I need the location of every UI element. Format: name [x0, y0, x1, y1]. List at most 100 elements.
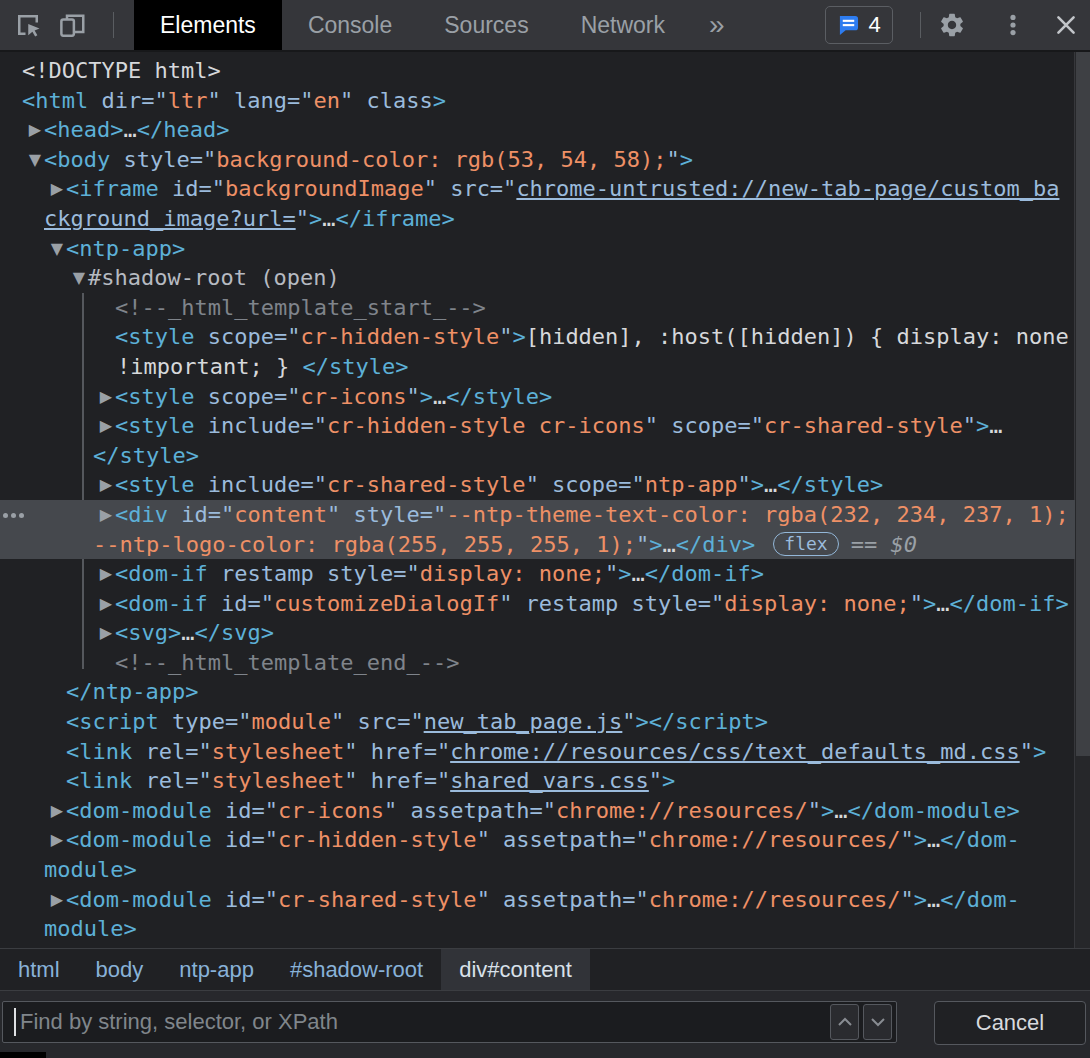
syntax-attr: " [296, 206, 309, 231]
dom-tree-node[interactable]: ▼<ntp-app> [0, 234, 1075, 264]
dom-tree-node[interactable]: <!--_html_template_start_--> [0, 293, 1075, 323]
syntax-val: cr-shared-style [327, 472, 526, 497]
text-caret [14, 1008, 16, 1036]
dom-tree-node[interactable]: <html dir="ltr" lang="en" class> [0, 86, 1075, 116]
close-devtools-button[interactable] [1046, 0, 1086, 50]
more-options-button[interactable] [998, 0, 1028, 50]
find-previous-button[interactable] [830, 1004, 859, 1040]
syntax-tag: <ntp-app> [66, 236, 185, 261]
device-toolbar-button[interactable] [50, 0, 94, 50]
syntax-tag: <dom-if [115, 591, 208, 616]
tab-elements[interactable]: Elements [134, 0, 282, 50]
dom-tree-node[interactable]: ▶<style include="cr-shared-style" scope=… [0, 470, 1075, 500]
collapse-arrow-icon[interactable]: ▼ [27, 145, 43, 175]
breadcrumb-item-div-content[interactable]: div#content [441, 949, 590, 990]
expand-arrow-icon[interactable]: ▶ [27, 115, 43, 145]
breadcrumb-item--shadow-root[interactable]: #shadow-root [272, 949, 441, 990]
scrollbar-thumb[interactable] [1076, 52, 1090, 756]
expand-arrow-icon[interactable]: ▶ [49, 174, 65, 204]
expand-arrow-icon[interactable]: ▶ [49, 825, 65, 855]
dom-tree-node[interactable]: <!--_html_template_end_--> [0, 648, 1075, 678]
dom-tree-node[interactable]: </ntp-app> [0, 677, 1075, 707]
syntax-txt: … [927, 827, 940, 852]
collapse-arrow-icon[interactable]: ▼ [71, 263, 87, 293]
breadcrumb-item-html[interactable]: html [0, 949, 78, 990]
dom-tree-node[interactable]: ckground_image?url=">…</iframe> [0, 204, 1075, 234]
scrollbar-track[interactable] [1074, 52, 1090, 948]
syntax-attr: id=" [212, 827, 278, 852]
syntax-tag: </div> [676, 532, 755, 557]
syntax-attr: href=" [357, 768, 450, 793]
window-corner [0, 1052, 46, 1058]
syntax-attr: " [499, 324, 512, 349]
cancel-button[interactable]: Cancel [934, 1001, 1086, 1045]
tab-sources[interactable]: Sources [418, 0, 554, 50]
dom-tree-node[interactable]: ▼#shadow-root (open) [0, 263, 1075, 293]
expand-arrow-icon[interactable]: ▶ [98, 500, 114, 530]
dom-tree-node[interactable]: <style scope="cr-hidden-style">[hidden],… [0, 322, 1075, 352]
dom-tree-node[interactable]: ▶<head>…</head> [0, 115, 1075, 145]
dom-tree-node[interactable]: ▶<iframe id="backgroundImage" src="chrom… [0, 174, 1075, 204]
settings-button[interactable] [932, 0, 972, 50]
syntax-tag: <link [66, 739, 132, 764]
dom-tree-node[interactable]: <script type="module" src="new_tab_page.… [0, 707, 1075, 737]
expand-arrow-icon[interactable]: ▶ [98, 382, 114, 412]
dom-tree-node[interactable]: ▶<style scope="cr-icons">…</style> [0, 382, 1075, 412]
dom-tree-node[interactable]: ▶<dom-module id="cr-shared-style" assetp… [0, 885, 1075, 915]
syntax-attr: assetpath=" [490, 887, 649, 912]
more-tabs-button[interactable]: » [699, 0, 735, 50]
dom-tree-node[interactable]: ▶<dom-if restamp style="display: none;">… [0, 559, 1075, 589]
expand-arrow-icon[interactable]: ▶ [98, 589, 114, 619]
issues-count: 4 [868, 12, 880, 38]
syntax-tag: </style> [446, 384, 552, 409]
syntax-txt: … [433, 384, 446, 409]
dom-tree-node[interactable]: ▶<dom-module id="cr-icons" assetpath="ch… [0, 796, 1075, 826]
expand-arrow-icon[interactable]: ▶ [98, 411, 114, 441]
syntax-val: stylesheet [212, 739, 344, 764]
flex-badge[interactable]: flex [773, 532, 838, 556]
collapse-arrow-icon[interactable]: ▼ [49, 234, 65, 264]
expand-arrow-icon[interactable]: ▶ [98, 618, 114, 648]
syntax-attr: " [406, 384, 419, 409]
dom-tree-node[interactable]: ▶<div id="content" style="--ntp-theme-te… [0, 500, 1075, 530]
breadcrumb-item-body[interactable]: body [78, 949, 162, 990]
dom-tree-node[interactable]: ▶<dom-if id="customizeDialogIf" restamp … [0, 589, 1075, 619]
syntax-attr: " [901, 887, 914, 912]
syntax-tag: > [821, 798, 834, 823]
inspect-element-button[interactable] [6, 0, 50, 50]
find-next-button[interactable] [863, 1004, 892, 1040]
tab-network[interactable]: Network [555, 0, 691, 50]
expand-arrow-icon[interactable]: ▶ [49, 885, 65, 915]
issues-counter-button[interactable]: 4 [825, 6, 893, 44]
syntax-txt: [hidden], :host([hidden]) { display: non… [526, 324, 1069, 349]
syntax-attr: style=" [314, 561, 420, 586]
find-input[interactable]: Find by string, selector, or XPath [2, 1001, 897, 1043]
syntax-tag: <html [22, 88, 88, 113]
dom-tree-node[interactable]: module> [0, 855, 1075, 885]
dom-tree-node[interactable]: ▶<svg>…</svg> [0, 618, 1075, 648]
syntax-val: en [313, 88, 340, 113]
syntax-tag: <dom-module [66, 798, 212, 823]
expand-arrow-icon[interactable]: ▶ [49, 796, 65, 826]
syntax-val: cr-shared-style [764, 413, 963, 438]
dom-tree-node[interactable]: module> [0, 914, 1075, 944]
expand-arrow-icon[interactable]: ▶ [98, 470, 114, 500]
dom-tree-node[interactable]: ▼<body style="background-color: rgb(53, … [0, 145, 1075, 175]
syntax-attr: include=" [194, 413, 326, 438]
breadcrumb-item-ntp-app[interactable]: ntp-app [161, 949, 272, 990]
syntax-tag: > [923, 591, 936, 616]
dom-tree-node[interactable]: ▶<dom-module id="cr-hidden-style" assetp… [0, 825, 1075, 855]
expand-arrow-icon[interactable]: ▶ [98, 559, 114, 589]
node-options-dots-icon[interactable] [3, 513, 24, 518]
syntax-txt: … [123, 117, 136, 142]
dom-tree-node[interactable]: --ntp-logo-color: rgba(255, 255, 255, 1)… [0, 530, 1075, 560]
dom-tree-node[interactable]: <!DOCTYPE html> [0, 56, 1075, 86]
tab-console[interactable]: Console [282, 0, 418, 50]
dom-tree-node[interactable]: <link rel="stylesheet" href="chrome://re… [0, 737, 1075, 767]
syntax-attr: restamp [208, 561, 314, 586]
dom-tree-node[interactable]: !important; } </style> [0, 352, 1075, 382]
dom-tree-node[interactable]: </style> [0, 441, 1075, 471]
dom-tree-node[interactable]: <link rel="stylesheet" href="shared_vars… [0, 766, 1075, 796]
kebab-menu-icon [1000, 12, 1026, 38]
dom-tree-node[interactable]: ▶<style include="cr-hidden-style cr-icon… [0, 411, 1075, 441]
